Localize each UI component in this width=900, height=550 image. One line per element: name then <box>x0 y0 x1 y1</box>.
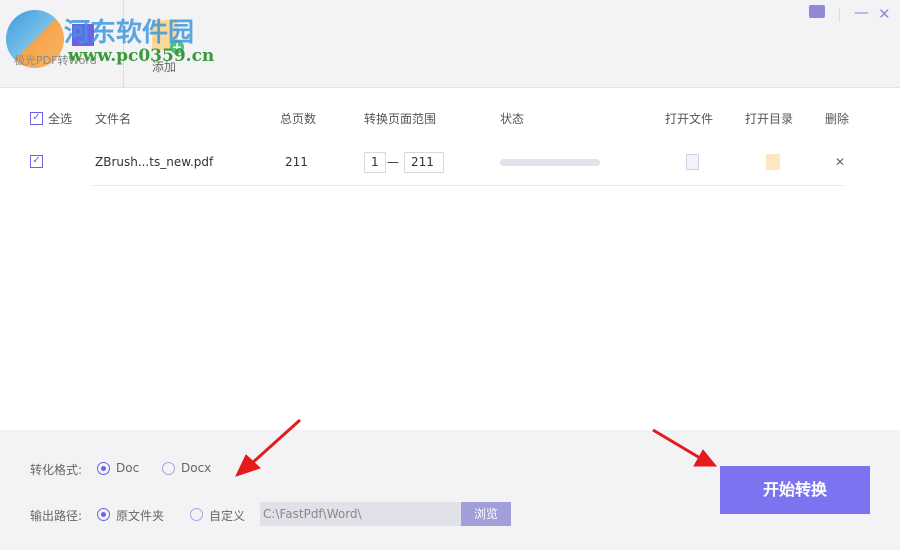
format-doc-label[interactable]: Doc <box>116 461 139 475</box>
output-custom-label[interactable]: 自定义 <box>209 507 245 524</box>
header-open-file: 打开文件 <box>665 112 714 126</box>
minimize-button[interactable]: — <box>854 3 869 21</box>
output-original-label[interactable]: 原文件夹 <box>116 507 164 524</box>
format-doc-radio[interactable] <box>97 462 110 475</box>
header-range: 转换页面范围 <box>364 112 437 126</box>
format-label: 转化格式: <box>30 463 83 477</box>
header-pages: 总页数 <box>280 112 317 126</box>
row-checkbox[interactable]: ✓ <box>30 155 43 168</box>
feedback-icon[interactable] <box>809 5 825 18</box>
open-folder-icon[interactable] <box>766 154 780 170</box>
open-file-icon[interactable] <box>686 154 699 170</box>
output-custom-radio[interactable] <box>190 508 203 521</box>
header-delete: 删除 <box>825 112 850 126</box>
row-filename: ZBrush...ts_new.pdf <box>95 155 214 169</box>
header-filename: 文件名 <box>95 112 132 126</box>
select-all-label[interactable]: 全选 <box>48 109 72 129</box>
range-to-input[interactable]: 211 <box>404 152 444 173</box>
start-convert-button[interactable]: 开始转换 <box>720 466 870 514</box>
delete-icon[interactable]: ✕ <box>835 152 845 172</box>
row-pages: 211 <box>285 155 308 169</box>
table-row: ✓ ZBrush...ts_new.pdf 211 1 — 211 ✕ <box>0 152 900 173</box>
range-from-input[interactable]: 1 <box>364 152 386 173</box>
output-original-radio[interactable] <box>97 508 110 521</box>
browse-button[interactable]: 浏览 <box>461 502 511 526</box>
range-separator: — <box>387 155 399 169</box>
close-button[interactable]: ✕ <box>878 5 891 23</box>
header-status: 状态 <box>500 112 525 126</box>
table-header: ✓ 全选 文件名 总页数 转换页面范围 状态 打开文件 打开目录 删除 <box>0 109 900 129</box>
window-divider <box>839 8 840 22</box>
output-path-input[interactable]: C:\FastPdf\Word\ <box>260 502 461 526</box>
output-label: 输出路径: <box>30 509 83 523</box>
row-divider <box>92 185 844 186</box>
format-docx-label[interactable]: Docx <box>181 461 211 475</box>
progress-bar <box>500 159 600 166</box>
watermark-title: 河东软件园 <box>64 18 195 48</box>
select-all-checkbox[interactable]: ✓ <box>30 112 43 125</box>
header-open-dir: 打开目录 <box>745 112 794 126</box>
watermark-url: www.pc0359.cn <box>68 46 215 66</box>
format-docx-radio[interactable] <box>162 462 175 475</box>
